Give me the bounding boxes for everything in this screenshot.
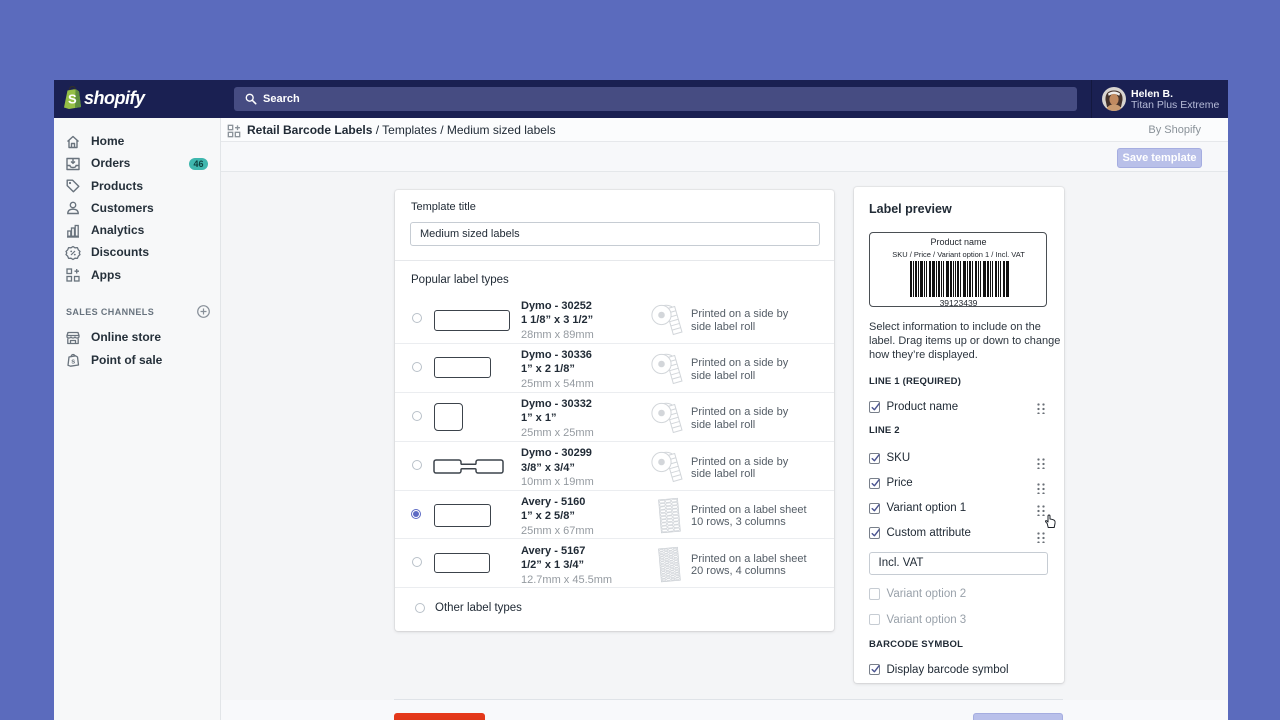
- svg-text:S: S: [68, 92, 77, 107]
- svg-text:s: s: [71, 359, 75, 366]
